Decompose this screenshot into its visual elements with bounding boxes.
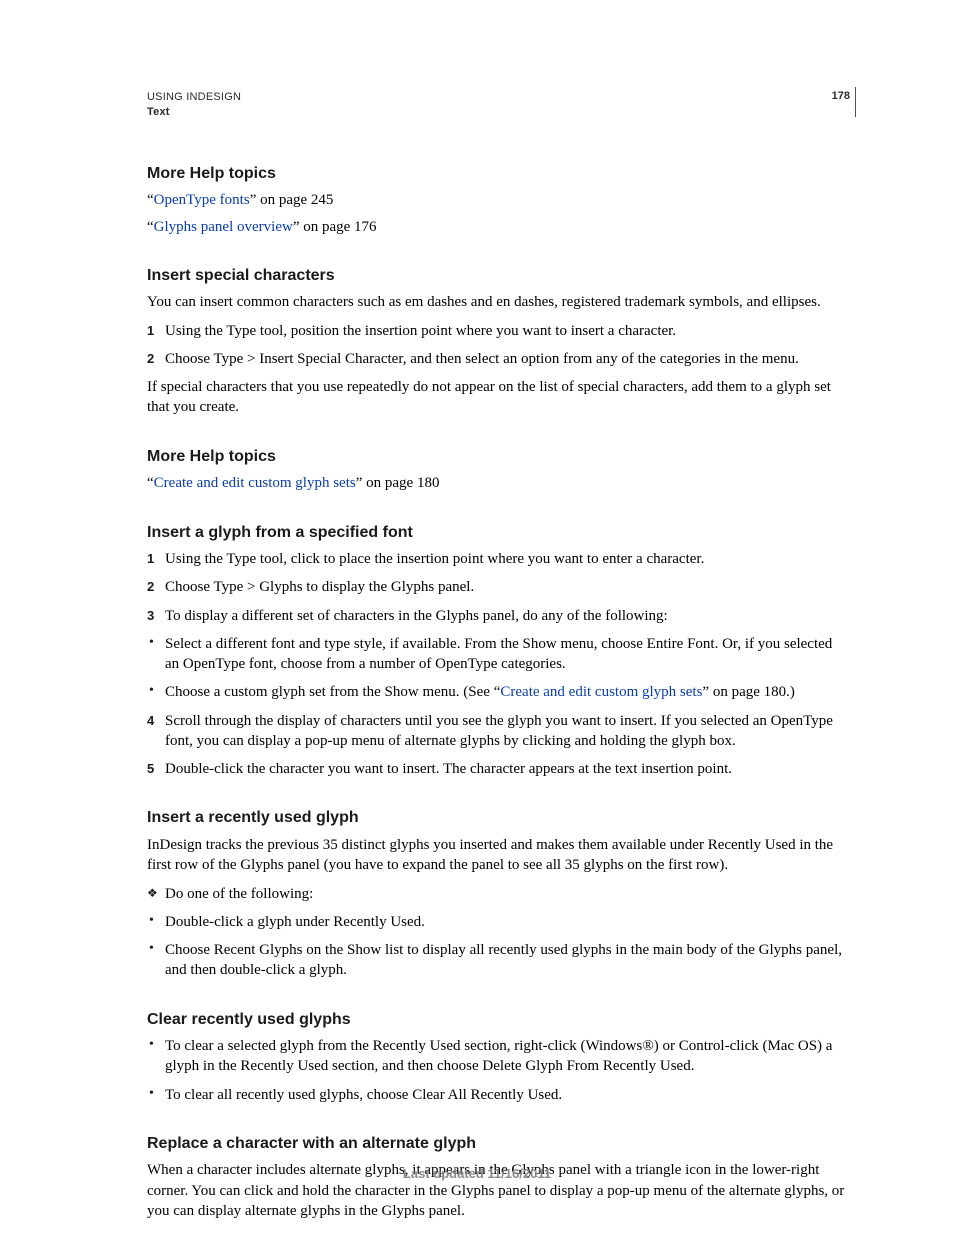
page-number: 178 [832, 90, 850, 102]
step-glyph-font-4: Scroll through the display of characters… [147, 711, 850, 752]
sub-bullet-glyph-font-2: Choose a custom glyph set from the Show … [147, 682, 850, 702]
heading-clear-recent-glyphs: Clear recently used glyphs [147, 1009, 850, 1031]
bullets-clear-recent: To clear a selected glyph from the Recen… [147, 1036, 850, 1105]
bullet-clear-recent-1: To clear a selected glyph from the Recen… [147, 1036, 850, 1077]
link-create-edit-glyph-sets-inline[interactable]: Create and edit custom glyph sets [500, 684, 702, 700]
step-glyph-font-3: To display a different set of characters… [147, 606, 850, 703]
bullet-insert-recent-2: Choose Recent Glyphs on the Show list to… [147, 940, 850, 981]
running-header-title: USING INDESIGN [147, 90, 850, 105]
steps-insert-glyph-font: Using the Type tool, click to place the … [147, 549, 850, 779]
link-opentype-fonts[interactable]: OpenType fonts [154, 192, 250, 208]
running-header-section: Text [147, 105, 850, 120]
running-header: USING INDESIGN Text [147, 90, 850, 121]
heading-replace-alternate-glyph: Replace a character with an alternate gl… [147, 1133, 850, 1155]
para-insert-recent-intro: InDesign tracks the previous 35 distinct… [147, 835, 850, 876]
para-insert-special-outro: If special characters that you use repea… [147, 377, 850, 418]
header-rule [855, 87, 856, 117]
step-glyph-font-2: Choose Type > Glyphs to display the Glyp… [147, 577, 850, 597]
heading-insert-glyph-font: Insert a glyph from a specified font [147, 522, 850, 544]
heading-more-help-1: More Help topics [147, 163, 850, 185]
bullet-insert-recent-1: Double-click a glyph under Recently Used… [147, 912, 850, 932]
steps-insert-special: Using the Type tool, position the insert… [147, 321, 850, 370]
page: 178 USING INDESIGN Text More Help topics… [0, 0, 954, 1235]
xref-opentype-fonts: “OpenType fonts” on page 245 [147, 190, 850, 210]
bullets-insert-recent: Double-click a glyph under Recently Used… [147, 912, 850, 981]
heading-more-help-2: More Help topics [147, 446, 850, 468]
xref-glyphs-panel-overview: “Glyphs panel overview” on page 176 [147, 217, 850, 237]
link-create-edit-glyph-sets[interactable]: Create and edit custom glyph sets [154, 475, 356, 491]
heading-insert-recent-glyph: Insert a recently used glyph [147, 807, 850, 829]
bullet-clear-recent-2: To clear all recently used glyphs, choos… [147, 1085, 850, 1105]
xref-create-edit-glyph-sets: “Create and edit custom glyph sets” on p… [147, 473, 850, 493]
page-content: More Help topics “OpenType fonts” on pag… [147, 163, 850, 1221]
sub-bullet-glyph-font-1: Select a different font and type style, … [147, 634, 850, 675]
para-insert-special-intro: You can insert common characters such as… [147, 292, 850, 312]
sub-bullets-glyph-font: Select a different font and type style, … [147, 634, 850, 703]
step-glyph-font-1: Using the Type tool, click to place the … [147, 549, 850, 569]
step-glyph-font-5: Double-click the character you want to i… [147, 759, 850, 779]
step-glyph-font-3-text: To display a different set of characters… [165, 608, 668, 624]
step-insert-special-1: Using the Type tool, position the insert… [147, 321, 850, 341]
footer-last-updated: Last updated 11/16/2011 [0, 1166, 954, 1181]
link-glyphs-panel-overview[interactable]: Glyphs panel overview [154, 219, 293, 235]
step-insert-special-2: Choose Type > Insert Special Character, … [147, 349, 850, 369]
heading-insert-special-characters: Insert special characters [147, 265, 850, 287]
do-one-of-following: Do one of the following: [147, 884, 850, 904]
